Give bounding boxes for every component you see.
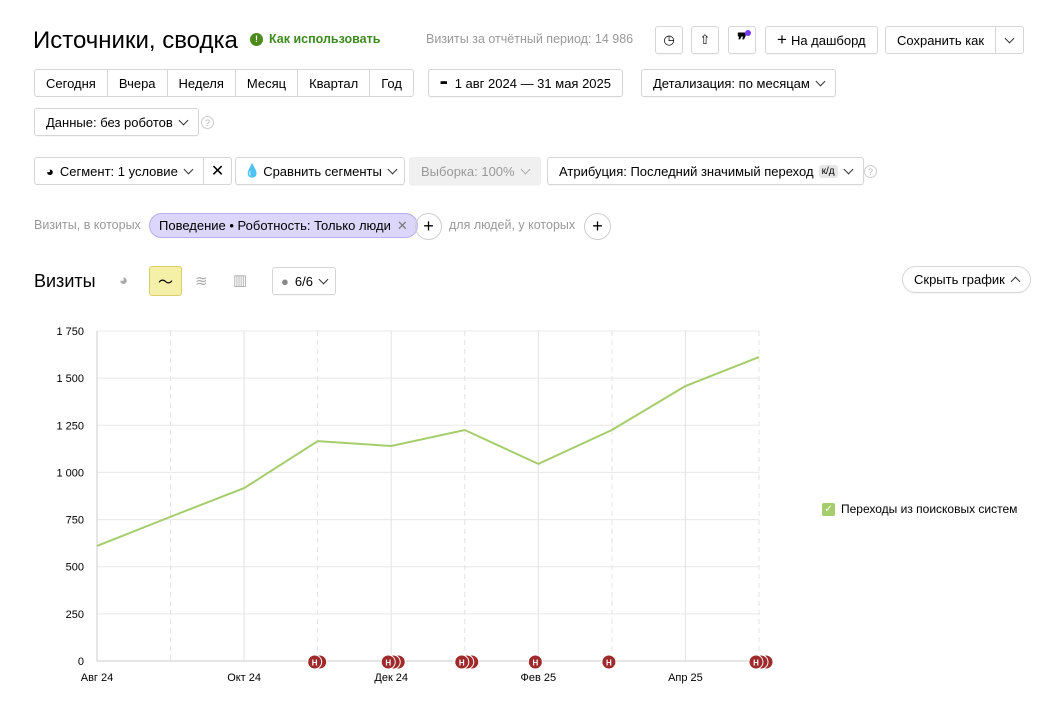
clear-segment-button[interactable]: ✕ — [204, 158, 231, 184]
area-chart-button[interactable]: ≋ — [195, 272, 208, 290]
page-title: Источники, сводка — [33, 27, 238, 54]
chevron-down-icon — [1004, 33, 1015, 43]
checkbox-checked-icon[interactable]: ✓ — [822, 502, 835, 516]
period-month[interactable]: Месяц — [236, 70, 299, 96]
sample-label: Выборка: 100% — [421, 163, 515, 179]
filter-prefix: Визиты, в которых — [34, 218, 141, 232]
help-link[interactable]: ! Как использовать — [250, 32, 380, 46]
hide-chart-button[interactable]: Скрыть график — [902, 266, 1031, 293]
series-line — [96, 356, 760, 547]
drops-icon: 💧 — [244, 163, 261, 178]
filter-chip-label: Поведение • Роботность: Только люди — [159, 218, 391, 233]
export-button[interactable]: ⇧ — [691, 26, 719, 54]
segment-dropdown[interactable]: ◕ Сегмент: 1 условие — [35, 158, 204, 184]
note-label: Н — [312, 659, 318, 668]
x-tick-label: Апр 25 — [668, 672, 703, 684]
visits-chart: 0 250 500 750 1 000 1 250 1 500 1 750 Авг 24 Окт … — [56, 326, 774, 684]
share-icon: ⇧ — [699, 32, 711, 47]
y-tick-label: 0 — [78, 656, 84, 668]
y-tick-label: 250 — [66, 609, 84, 621]
note-label: Н — [532, 659, 538, 668]
x-tick-label: Фев 25 — [521, 672, 557, 684]
save-as-button[interactable]: Сохранить как — [886, 27, 997, 53]
date-range-button[interactable]: ▪▪▪ 1 авг 2024 — 31 мая 2025 — [428, 69, 623, 97]
x-tick-label: Авг 24 — [81, 672, 113, 684]
chevron-down-icon — [387, 164, 398, 174]
legend-label: Переходы из поисковых систем — [841, 502, 1018, 516]
date-range-label: 1 авг 2024 — 31 мая 2025 — [454, 75, 611, 91]
chevron-down-icon — [520, 164, 531, 174]
hide-chart-label: Скрыть график — [914, 272, 1005, 287]
pie-chart-button[interactable]: ◕ — [119, 272, 128, 289]
add-user-filter-button[interactable]: + — [584, 213, 611, 240]
help-icon[interactable]: ? — [201, 116, 214, 129]
chart-title: Визиты — [34, 271, 96, 291]
detail-label: Детализация: по месяцам — [653, 75, 810, 91]
chevron-down-icon — [815, 76, 826, 86]
visits-total: Визиты за отчётный период: 14 986 — [426, 32, 634, 46]
data-filter-dropdown[interactable]: Данные: без роботов — [34, 108, 199, 136]
period-week[interactable]: Неделя — [168, 70, 236, 96]
x-tick-label: Дек 24 — [374, 672, 408, 684]
compare-segments-dropdown[interactable]: 💧 Сравнить сегменты — [235, 157, 405, 185]
line-chart-button[interactable]: 〜 — [149, 266, 182, 296]
period-year[interactable]: Год — [370, 70, 413, 96]
period-today[interactable]: Сегодня — [35, 70, 108, 96]
segment-label: Сегмент: 1 условие — [59, 163, 178, 179]
add-dashboard-button[interactable]: + На дашборд — [765, 26, 878, 54]
period-selector: Сегодня Вчера Неделя Месяц Квартал Год — [34, 69, 414, 97]
save-as-group: Сохранить как — [885, 26, 1025, 54]
note-label: Н — [459, 659, 465, 668]
chevron-down-icon — [318, 274, 329, 284]
assistant-button[interactable]: ❞ — [728, 26, 756, 54]
attribution-badge: к/д — [818, 164, 838, 178]
calendar-icon: ▪▪▪ — [440, 77, 448, 89]
chevron-down-icon — [178, 115, 189, 125]
add-filter-button[interactable]: + — [415, 213, 442, 240]
chevron-down-icon — [183, 164, 194, 174]
notes-count: 6/6 — [294, 273, 313, 289]
info-icon: ! — [250, 32, 263, 46]
notes-dropdown[interactable]: ● 6/6 — [272, 267, 336, 295]
attribution-dropdown[interactable]: Атрибуция: Последний значимый переход к/д — [547, 157, 864, 185]
pie-icon: ◕ — [46, 163, 54, 179]
y-tick-label: 1 000 — [56, 467, 84, 479]
sample-dropdown[interactable]: Выборка: 100% — [409, 157, 541, 185]
help-link-label: Как использовать — [269, 32, 381, 46]
segment-group: ◕ Сегмент: 1 условие ✕ — [34, 157, 233, 185]
history-button[interactable]: ◷ — [655, 26, 683, 54]
detail-dropdown[interactable]: Детализация: по месяцам — [641, 69, 836, 97]
y-tick-label: 1 750 — [56, 326, 84, 338]
clock-icon: ◷ — [663, 32, 675, 47]
help-icon[interactable]: ? — [864, 165, 877, 178]
chevron-down-icon — [843, 164, 854, 174]
filter-chip[interactable]: Поведение • Роботность: Только люди ✕ — [149, 213, 418, 238]
notification-dot — [745, 30, 751, 36]
period-yesterday[interactable]: Вчера — [108, 70, 168, 96]
filter-middle: для людей, у которых — [449, 218, 576, 232]
data-filter-label: Данные: без роботов — [46, 114, 173, 130]
add-dashboard-label: На дашборд — [790, 32, 866, 48]
x-tick-label: Окт 24 — [227, 672, 261, 684]
compare-label: Сравнить сегменты — [263, 163, 382, 179]
save-as-dropdown[interactable] — [996, 27, 1023, 53]
close-icon[interactable]: ✕ — [397, 218, 408, 234]
y-tick-label: 500 — [66, 562, 84, 574]
chevron-up-icon — [1010, 276, 1021, 286]
legend-item[interactable]: ✓ Переходы из поисковых систем — [822, 502, 1017, 516]
comment-icon: ● — [281, 273, 289, 289]
plus-icon: + — [777, 30, 787, 49]
y-tick-label: 1 250 — [56, 420, 84, 432]
note-label: Н — [606, 659, 612, 668]
bar-chart-button[interactable]: ▥ — [233, 271, 247, 289]
note-label: Н — [385, 659, 391, 668]
y-tick-label: 750 — [66, 515, 84, 527]
y-tick-label: 1 500 — [56, 373, 84, 385]
period-quarter[interactable]: Квартал — [298, 70, 371, 96]
note-label: Н — [753, 659, 759, 668]
attribution-label: Атрибуция: Последний значимый переход — [559, 163, 814, 179]
